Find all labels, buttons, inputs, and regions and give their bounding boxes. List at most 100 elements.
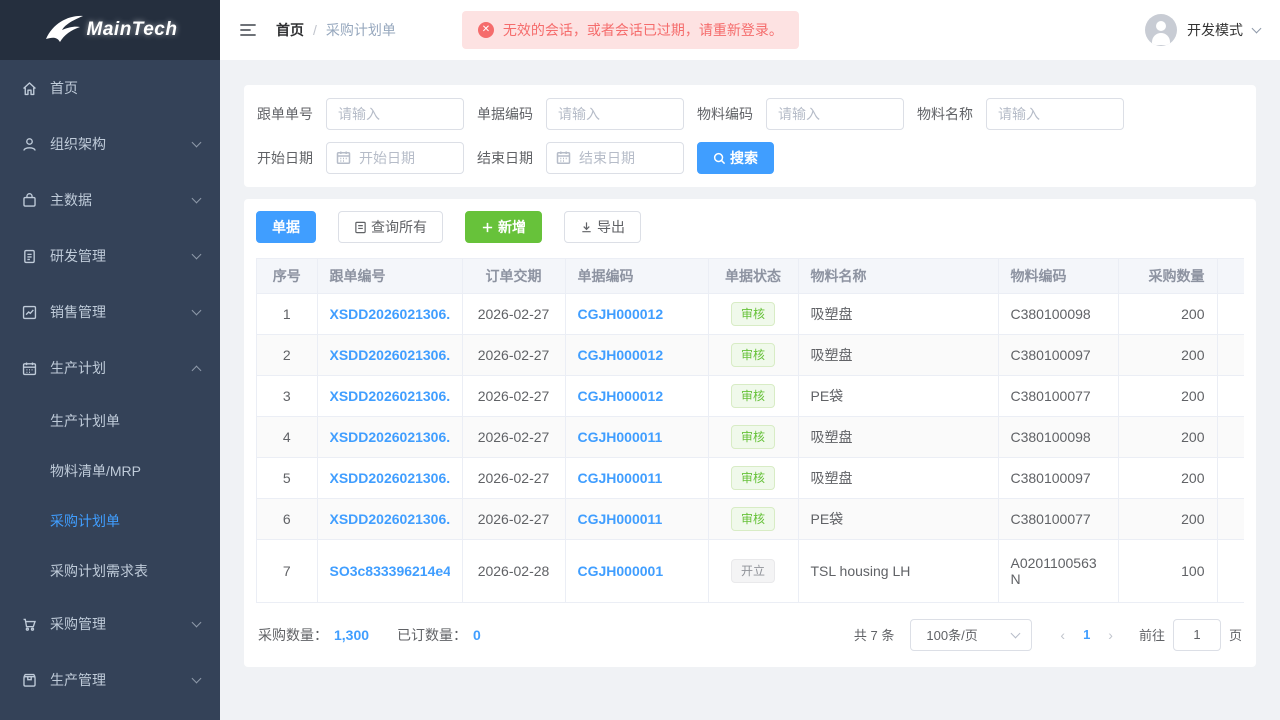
main-area: 首页 / 采购计划单 ✕ 无效的会话，或者会话已过期，请重新登录。 开发模式 跟… (220, 0, 1280, 720)
doc-no-link[interactable]: CGJH000012 (578, 347, 696, 363)
order-no-link[interactable]: XSDD2026021306.. (330, 511, 450, 527)
breadcrumb: 首页 / 采购计划单 (276, 20, 396, 40)
order-no-link[interactable]: XSDD2026021306.. (330, 470, 450, 486)
page-unit-label: 页 (1229, 625, 1242, 644)
order-no-link[interactable]: XSDD2026021306.. (330, 306, 450, 322)
chevron-down-icon (1011, 628, 1021, 638)
doc-button[interactable]: 单据 (256, 211, 316, 243)
row-index: 1 (257, 293, 317, 334)
table-row[interactable]: 7SO3c833396214e402026-02-28CGJH000001开立T… (257, 539, 1244, 602)
sidebar-item-label: 研发管理 (50, 246, 193, 266)
table-cell: CGJH000012 (565, 334, 708, 375)
search-button[interactable]: 搜索 (697, 142, 774, 174)
order-no-link[interactable]: XSDD2026021306.. (330, 429, 450, 445)
filter-label: 开始日期 (257, 148, 313, 168)
filter-field-material-code: 物料编码 (697, 98, 904, 130)
column-header: 物料编码 (998, 259, 1118, 293)
row-index: 3 (257, 375, 317, 416)
session-error-alert: ✕ 无效的会话，或者会话已过期，请重新登录。 (462, 11, 799, 49)
doc-no-link[interactable]: CGJH000012 (578, 388, 696, 404)
bag-icon (20, 191, 38, 209)
data-table: 序号跟单编号订单交期单据编码单据状态物料名称物料编码采购数量 1XSDD2026… (256, 258, 1244, 603)
sidebar-subitem-purchase-plan-order[interactable]: 采购计划单 (0, 496, 220, 546)
column-header: 跟单编号 (317, 259, 462, 293)
empty-cell (1217, 293, 1244, 334)
doc-no-link[interactable]: CGJH000001 (578, 563, 696, 579)
status-badge: 审核 (731, 507, 775, 531)
doc-no-link[interactable]: CGJH000012 (578, 306, 696, 322)
material-name: 吸塑盘 (798, 334, 998, 375)
pagination: 共 7 条 100条/页 ‹ 1 › 前往 页 (854, 619, 1242, 651)
status-badge: 审核 (731, 466, 775, 490)
sidebar-item-master-data[interactable]: 主数据 (0, 172, 220, 228)
sidebar-item-sales[interactable]: 销售管理 (0, 284, 220, 340)
sidebar-item-label: 采购管理 (50, 614, 193, 634)
list-icon (354, 221, 367, 234)
order-no-input[interactable] (326, 98, 464, 130)
breadcrumb-home[interactable]: 首页 (276, 20, 304, 40)
sidebar-subitem-production-plan-order[interactable]: 生产计划单 (0, 396, 220, 446)
order-no-link[interactable]: XSDD2026021306.. (330, 347, 450, 363)
prev-page-button[interactable]: ‹ (1050, 627, 1075, 643)
doc-no-link[interactable]: CGJH000011 (578, 511, 696, 527)
goto-page-input[interactable] (1173, 619, 1221, 651)
row-index: 5 (257, 457, 317, 498)
current-page-button[interactable]: 1 (1075, 627, 1098, 642)
order-no-link[interactable]: SO3c833396214e40 (330, 563, 450, 579)
chevron-down-icon (1252, 24, 1262, 34)
sidebar: MainTech 首页 组织架构 主数据 (0, 0, 220, 720)
add-button[interactable]: 新增 (465, 211, 542, 243)
topbar: 首页 / 采购计划单 ✕ 无效的会话，或者会话已过期，请重新登录。 开发模式 (220, 0, 1280, 60)
table-row[interactable]: 2XSDD2026021306..2026-02-27CGJH000012审核吸… (257, 334, 1244, 375)
brand-name: MainTech (87, 19, 178, 41)
table-cell: 审核 (708, 375, 798, 416)
avatar (1145, 14, 1177, 46)
table-row[interactable]: 4XSDD2026021306..2026-02-27CGJH000011审核吸… (257, 416, 1244, 457)
query-all-button[interactable]: 查询所有 (338, 211, 443, 243)
sidebar-item-organization[interactable]: 组织架构 (0, 116, 220, 172)
table-panel: 单据 查询所有 新增 导出 (244, 199, 1256, 667)
table-footer: 采购数量： 1,300 已订数量： 0 共 7 条 100条/页 ‹ (256, 619, 1244, 651)
alert-message: 无效的会话，或者会话已过期，请重新登录。 (503, 20, 783, 40)
sidebar-toggle-icon[interactable] (238, 19, 260, 41)
doc-no-link[interactable]: CGJH000011 (578, 470, 696, 486)
order-no-link[interactable]: XSDD2026021306.. (330, 388, 450, 404)
sidebar-subitem-bom-mrp[interactable]: 物料清单/MRP (0, 446, 220, 496)
empty-cell (1217, 498, 1244, 539)
sidebar-item-manufacturing[interactable]: 生产管理 (0, 652, 220, 708)
empty-cell (1217, 457, 1244, 498)
user-menu[interactable]: 开发模式 (1145, 14, 1260, 46)
filter-label: 物料名称 (917, 104, 973, 124)
sidebar-item-rnd[interactable]: 研发管理 (0, 228, 220, 284)
material-code-input[interactable] (766, 98, 904, 130)
doc-code-input[interactable] (546, 98, 684, 130)
material-code: C380100097 (998, 457, 1118, 498)
toolbar: 单据 查询所有 新增 导出 (256, 211, 1244, 243)
sidebar-subitem-purchase-plan-demand[interactable]: 采购计划需求表 (0, 546, 220, 596)
goto-page: 前往 页 (1139, 619, 1242, 651)
sidebar-item-production-plan[interactable]: 生产计划 (0, 340, 220, 396)
doc-no-link[interactable]: CGJH000011 (578, 429, 696, 445)
column-header: 采购数量 (1118, 259, 1217, 293)
export-button[interactable]: 导出 (564, 211, 641, 243)
table-row[interactable]: 5XSDD2026021306..2026-02-27CGJH000011审核吸… (257, 457, 1244, 498)
filter-field-doc-code: 单据编码 (477, 98, 684, 130)
next-page-button[interactable]: › (1098, 627, 1123, 643)
download-icon (580, 221, 593, 234)
table-row[interactable]: 6XSDD2026021306..2026-02-27CGJH000011审核P… (257, 498, 1244, 539)
row-index: 2 (257, 334, 317, 375)
status-badge: 审核 (731, 302, 775, 326)
purchase-qty: 200 (1118, 416, 1217, 457)
breadcrumb-current: 采购计划单 (326, 20, 396, 40)
table-row[interactable]: 3XSDD2026021306..2026-02-27CGJH000012审核P… (257, 375, 1244, 416)
sidebar-item-home[interactable]: 首页 (0, 60, 220, 116)
table-row[interactable]: 1XSDD2026021306..2026-02-27CGJH000012审核吸… (257, 293, 1244, 334)
page-size-select[interactable]: 100条/页 (910, 619, 1032, 651)
production-plan-submenu: 生产计划单 物料清单/MRP 采购计划单 采购计划需求表 (0, 396, 220, 596)
status-badge: 审核 (731, 384, 775, 408)
page-content: 跟单单号 单据编码 物料编码 物料名称 (220, 60, 1280, 720)
table-cell: XSDD2026021306.. (317, 416, 462, 457)
material-name-input[interactable] (986, 98, 1124, 130)
delivery-date: 2026-02-27 (462, 334, 565, 375)
sidebar-item-purchasing[interactable]: 采购管理 (0, 596, 220, 652)
